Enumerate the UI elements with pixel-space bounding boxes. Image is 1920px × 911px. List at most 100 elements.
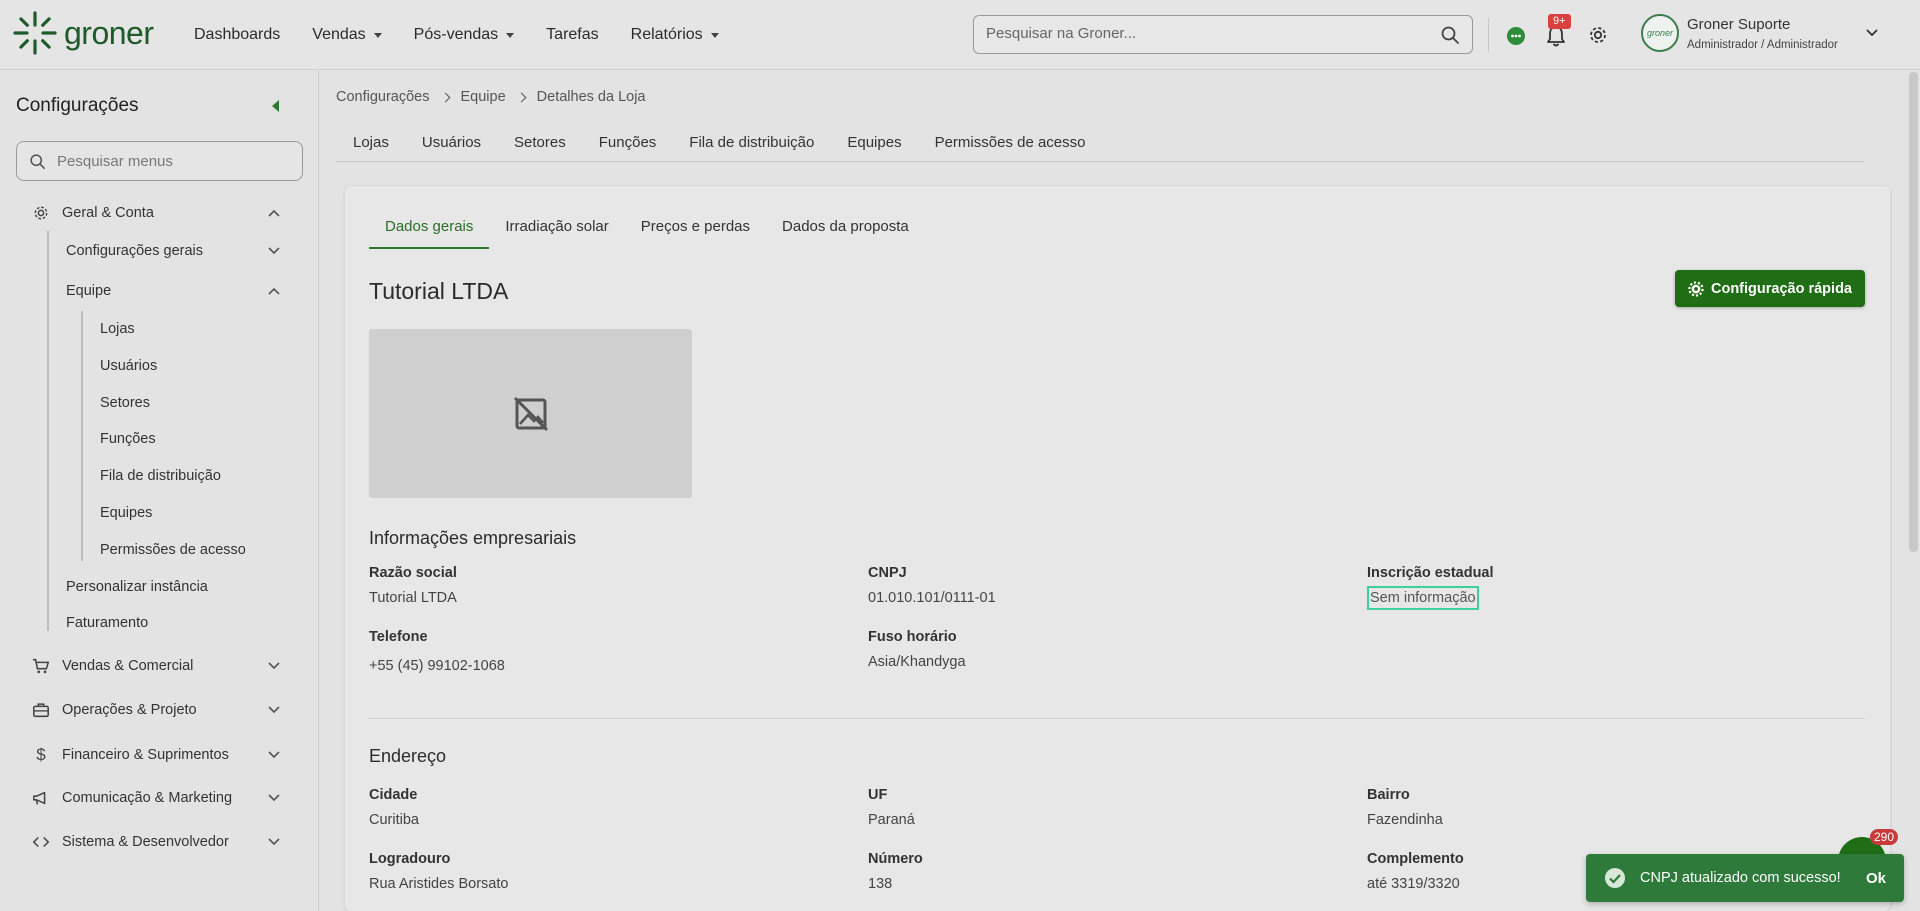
sidebar-item-label: Configurações gerais — [66, 243, 204, 259]
nav-tarefas[interactable]: Tarefas — [546, 26, 598, 44]
tab-setores[interactable]: Setores — [497, 122, 582, 161]
sidebar-item-equipe[interactable]: Equipe — [54, 283, 292, 299]
quick-config-button[interactable]: Configuração rápida — [1675, 270, 1865, 307]
tab-proposta[interactable]: Dados da proposta — [766, 218, 925, 249]
check-circle-icon — [1604, 867, 1626, 889]
chevron-down-icon — [268, 706, 280, 714]
breadcrumb-item-current: Detalhes da Loja — [536, 89, 646, 105]
field-label: Cidade — [369, 787, 418, 803]
tab-irradiacao[interactable]: Irradiação solar — [489, 218, 624, 249]
divider — [1488, 18, 1489, 52]
nav-vendas[interactable]: Vendas — [312, 26, 382, 44]
tab-lojas[interactable]: Lojas — [336, 122, 405, 161]
global-search-input[interactable] — [986, 25, 1426, 42]
nav-label: Relatórios — [630, 26, 703, 43]
chevron-up-icon — [268, 287, 280, 295]
breadcrumb-item[interactable]: Configurações — [336, 89, 430, 105]
tab-equipes[interactable]: Equipes — [830, 122, 917, 161]
sidebar-item-label: Vendas & Comercial — [62, 658, 194, 674]
sidebar-item-operacoes[interactable]: Operações & Projeto — [32, 701, 292, 719]
sidebar-item-label: Operações & Projeto — [62, 702, 197, 718]
field-bairro: Bairro Fazendinha — [1367, 787, 1787, 828]
breadcrumb-item[interactable]: Equipe — [461, 89, 506, 105]
field-value: Tutorial LTDA — [369, 590, 457, 606]
sidebar-item-label: Comunicação & Marketing — [62, 790, 233, 806]
field-label: CNPJ — [868, 565, 907, 581]
quick-config-label: Configuração rápida — [1711, 280, 1852, 297]
toast-ok-button[interactable]: Ok — [1866, 870, 1886, 887]
nav-label: Dashboards — [194, 26, 281, 43]
sidebar-item-fila[interactable]: Fila de distribuição — [100, 468, 221, 484]
chevron-right-icon — [516, 92, 527, 102]
store-image-placeholder[interactable] — [369, 329, 692, 498]
tab-fila[interactable]: Fila de distribuição — [672, 122, 830, 161]
sidebar-item-label: Funções — [100, 431, 156, 447]
field-value[interactable]: 01.010.101/0111-01 — [868, 590, 1288, 606]
tab-funcoes[interactable]: Funções — [582, 122, 673, 161]
dollar-icon: $ — [36, 745, 46, 764]
sidebar-item-comunicacao[interactable]: Comunicação & Marketing — [32, 789, 292, 807]
image-off-icon — [512, 395, 550, 433]
sidebar-item-label: Fila de distribuição — [100, 468, 221, 484]
tab-usuarios[interactable]: Usuários — [405, 122, 497, 161]
sidebar-item-sistema[interactable]: Sistema & Desenvolvedor — [32, 833, 292, 851]
main-nav: Dashboards Vendas Pós-vendas Tarefas Rel… — [194, 0, 719, 70]
collapse-sidebar-icon[interactable] — [272, 100, 279, 112]
inscricao-estadual-value[interactable]: Sem informação — [1367, 586, 1479, 610]
gear-icon — [1688, 280, 1704, 297]
tab-precos[interactable]: Preços e perdas — [625, 218, 766, 249]
gear-icon — [32, 204, 50, 222]
user-menu[interactable]: groner Groner Suporte Administrador / Ad… — [1641, 14, 1838, 52]
tab-dados-gerais[interactable]: Dados gerais — [369, 218, 490, 249]
avatar: groner — [1641, 14, 1679, 52]
chat-bubble-icon[interactable] — [1505, 25, 1527, 47]
notification-badge: 9+ — [1548, 14, 1571, 29]
field-value: +55 (45) 99102-1068 — [369, 658, 505, 674]
field-label: Fuso horário — [868, 629, 957, 645]
field-label: Telefone — [369, 629, 428, 645]
sidebar-item-funcoes[interactable]: Funções — [100, 431, 156, 447]
tab-permissoes[interactable]: Permissões de acesso — [918, 122, 1102, 161]
user-name: Groner Suporte — [1687, 15, 1791, 33]
page-scrollbar[interactable] — [1909, 72, 1918, 552]
tree-line — [81, 311, 83, 561]
menu-search-input[interactable] — [57, 153, 292, 170]
nav-label: Vendas — [312, 26, 366, 43]
sidebar-item-label: Faturamento — [66, 615, 149, 631]
field-value: Asia/Khandyga — [868, 654, 966, 670]
chevron-up-icon — [268, 209, 280, 217]
sidebar-item-lojas[interactable]: Lojas — [100, 321, 135, 337]
search-icon[interactable] — [1440, 25, 1460, 45]
nav-relatorios[interactable]: Relatórios — [631, 26, 719, 44]
groner-logo[interactable]: groner — [12, 10, 154, 56]
sidebar-item-permissoes[interactable]: Permissões de acesso — [100, 542, 246, 558]
field-label: Razão social — [369, 565, 457, 581]
sidebar-item-equipes[interactable]: Equipes — [100, 505, 152, 521]
sidebar-item-geral[interactable]: Geral & Conta — [32, 204, 292, 222]
logo-text: groner — [64, 14, 154, 51]
sidebar-item-setores[interactable]: Setores — [100, 395, 150, 411]
sidebar-item-usuarios[interactable]: Usuários — [100, 358, 157, 374]
nav-label: Pós-vendas — [413, 26, 499, 43]
nav-pos-vendas[interactable]: Pós-vendas — [414, 26, 515, 44]
toast-message: CNPJ atualizado com sucesso! — [1640, 870, 1841, 886]
sidebar-item-config-gerais[interactable]: Configurações gerais — [54, 243, 292, 259]
field-cnpj: CNPJ 01.010.101/0111-01 — [868, 565, 1288, 606]
sidebar-item-financeiro[interactable]: $ Financeiro & Suprimentos — [32, 745, 292, 765]
sidebar-item-personalizar[interactable]: Personalizar instância — [66, 579, 208, 595]
success-toast: CNPJ atualizado com sucesso! Ok — [1586, 854, 1904, 902]
chevron-down-icon[interactable] — [1865, 28, 1879, 38]
caret-down-icon — [506, 32, 515, 38]
team-tabs: Lojas Usuários Setores Funções Fila de d… — [336, 122, 1864, 162]
gear-icon[interactable] — [1587, 24, 1609, 46]
sidebar-item-vendas[interactable]: Vendas & Comercial — [32, 657, 292, 675]
chevron-down-icon — [268, 247, 280, 255]
sidebar-item-faturamento[interactable]: Faturamento — [66, 615, 148, 631]
menu-search — [16, 141, 303, 181]
caret-down-icon — [373, 32, 382, 38]
nav-dashboards[interactable]: Dashboards — [194, 26, 280, 44]
chevron-down-icon — [268, 751, 280, 759]
section-title: Endereço — [369, 746, 447, 766]
chevron-down-icon — [268, 662, 280, 670]
field-value: Fazendinha — [1367, 812, 1443, 828]
